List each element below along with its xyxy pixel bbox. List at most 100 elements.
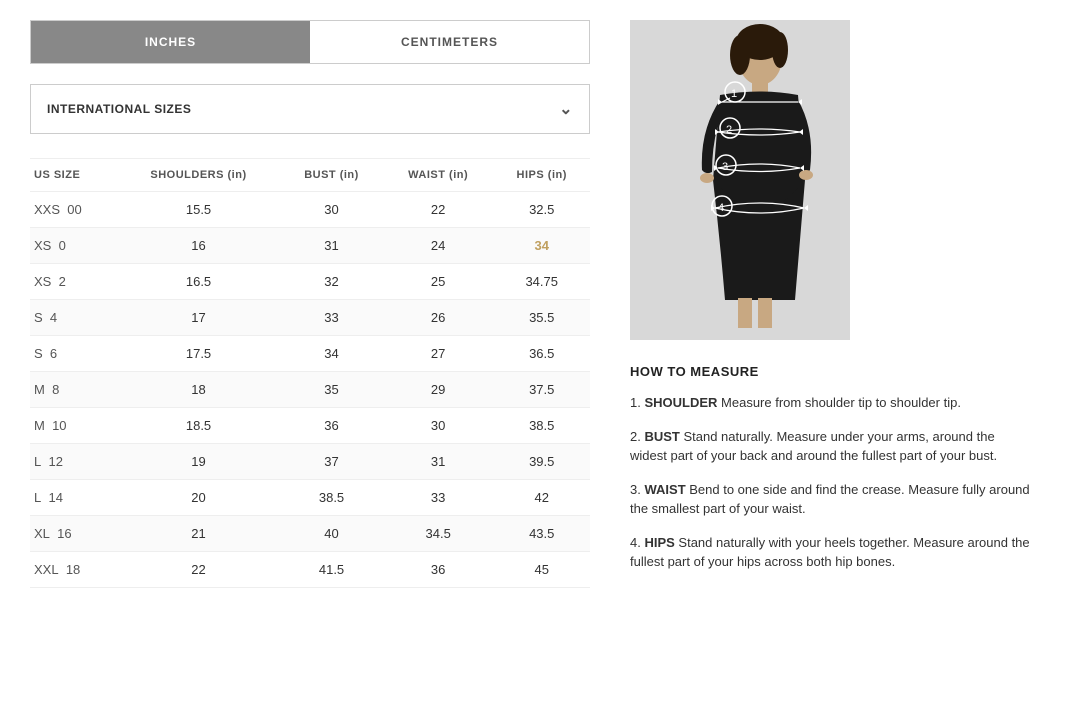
table-row: M 10 18.5 36 30 38.5 bbox=[30, 408, 590, 444]
right-panel: 1 2 3 bbox=[630, 20, 1050, 588]
measure-label: BUST bbox=[644, 429, 679, 444]
cell-bust: 40 bbox=[280, 516, 383, 552]
cell-shoulders: 18 bbox=[117, 372, 280, 408]
table-row: M 8 18 35 29 37.5 bbox=[30, 372, 590, 408]
cell-hips: 43.5 bbox=[493, 516, 590, 552]
cell-hips: 39.5 bbox=[493, 444, 590, 480]
measure-label: HIPS bbox=[644, 535, 674, 550]
cell-waist: 30 bbox=[383, 408, 494, 444]
table-row: S 6 17.5 34 27 36.5 bbox=[30, 336, 590, 372]
cell-bust: 36 bbox=[280, 408, 383, 444]
measure-text: Measure from shoulder tip to shoulder ti… bbox=[717, 395, 961, 410]
cell-bust: 38.5 bbox=[280, 480, 383, 516]
cell-hips: 35.5 bbox=[493, 300, 590, 336]
measure-number: 4. bbox=[630, 535, 641, 550]
measure-number: 3. bbox=[630, 482, 641, 497]
measure-item-1: 1. SHOULDER Measure from shoulder tip to… bbox=[630, 393, 1030, 413]
measure-number: 1. bbox=[630, 395, 641, 410]
tab-switcher: INCHES CENTIMETERS bbox=[30, 20, 590, 64]
how-to-measure: HOW TO MEASURE 1. SHOULDER Measure from … bbox=[630, 364, 1030, 572]
cell-waist: 34.5 bbox=[383, 516, 494, 552]
cell-bust: 35 bbox=[280, 372, 383, 408]
cell-shoulders: 17.5 bbox=[117, 336, 280, 372]
measure-text: Stand naturally with your heels together… bbox=[630, 535, 1030, 570]
cell-size: L 12 bbox=[30, 444, 117, 480]
table-row: S 4 17 33 26 35.5 bbox=[30, 300, 590, 336]
cell-waist: 26 bbox=[383, 300, 494, 336]
size-table: US SIZE SHOULDERS (in) BUST (in) WAIST (… bbox=[30, 158, 590, 588]
cell-waist: 29 bbox=[383, 372, 494, 408]
svg-text:4: 4 bbox=[718, 202, 724, 214]
col-header-shoulders: SHOULDERS (in) bbox=[117, 159, 280, 192]
col-header-hips: HIPS (in) bbox=[493, 159, 590, 192]
cell-size: L 14 bbox=[30, 480, 117, 516]
cell-bust: 33 bbox=[280, 300, 383, 336]
cell-hips: 38.5 bbox=[493, 408, 590, 444]
col-header-us-size: US SIZE bbox=[30, 159, 117, 192]
cell-size: S 6 bbox=[30, 336, 117, 372]
table-row: L 12 19 37 31 39.5 bbox=[30, 444, 590, 480]
cell-hips: 32.5 bbox=[493, 192, 590, 228]
table-row: XS 0 16 31 24 34 bbox=[30, 228, 590, 264]
cell-size: XL 16 bbox=[30, 516, 117, 552]
cell-shoulders: 16.5 bbox=[117, 264, 280, 300]
cell-bust: 34 bbox=[280, 336, 383, 372]
table-row: XS 2 16.5 32 25 34.75 bbox=[30, 264, 590, 300]
tab-centimeters[interactable]: CENTIMETERS bbox=[310, 21, 589, 63]
table-row: XXS 00 15.5 30 22 32.5 bbox=[30, 192, 590, 228]
page-wrapper: INCHES CENTIMETERS INTERNATIONAL SIZES ⌄… bbox=[0, 0, 1080, 608]
cell-hips: 34 bbox=[493, 228, 590, 264]
col-header-bust: BUST (in) bbox=[280, 159, 383, 192]
cell-hips: 34.75 bbox=[493, 264, 590, 300]
cell-size: S 4 bbox=[30, 300, 117, 336]
cell-size: XS 2 bbox=[30, 264, 117, 300]
cell-hips: 37.5 bbox=[493, 372, 590, 408]
cell-shoulders: 20 bbox=[117, 480, 280, 516]
cell-bust: 37 bbox=[280, 444, 383, 480]
table-row: XL 16 21 40 34.5 43.5 bbox=[30, 516, 590, 552]
measure-text: Stand naturally. Measure under your arms… bbox=[630, 429, 997, 464]
measure-label: SHOULDER bbox=[644, 395, 717, 410]
cell-waist: 27 bbox=[383, 336, 494, 372]
model-image: 1 2 3 bbox=[630, 20, 850, 340]
cell-shoulders: 17 bbox=[117, 300, 280, 336]
cell-waist: 22 bbox=[383, 192, 494, 228]
cell-size: XS 0 bbox=[30, 228, 117, 264]
cell-shoulders: 15.5 bbox=[117, 192, 280, 228]
table-row: XXL 18 22 41.5 36 45 bbox=[30, 552, 590, 588]
cell-bust: 32 bbox=[280, 264, 383, 300]
cell-shoulders: 18.5 bbox=[117, 408, 280, 444]
measure-number: 2. bbox=[630, 429, 641, 444]
cell-shoulders: 16 bbox=[117, 228, 280, 264]
cell-waist: 24 bbox=[383, 228, 494, 264]
measure-item-3: 3. WAIST Bend to one side and find the c… bbox=[630, 480, 1030, 519]
cell-size: M 10 bbox=[30, 408, 117, 444]
col-header-waist: WAIST (in) bbox=[383, 159, 494, 192]
cell-waist: 31 bbox=[383, 444, 494, 480]
cell-waist: 33 bbox=[383, 480, 494, 516]
cell-bust: 31 bbox=[280, 228, 383, 264]
cell-shoulders: 21 bbox=[117, 516, 280, 552]
measure-item-2: 2. BUST Stand naturally. Measure under y… bbox=[630, 427, 1030, 466]
cell-shoulders: 19 bbox=[117, 444, 280, 480]
cell-hips: 45 bbox=[493, 552, 590, 588]
table-row: L 14 20 38.5 33 42 bbox=[30, 480, 590, 516]
cell-bust: 41.5 bbox=[280, 552, 383, 588]
cell-shoulders: 22 bbox=[117, 552, 280, 588]
measure-text: Bend to one side and find the crease. Me… bbox=[630, 482, 1030, 517]
cell-waist: 36 bbox=[383, 552, 494, 588]
measure-label: WAIST bbox=[644, 482, 685, 497]
svg-text:1: 1 bbox=[731, 88, 737, 100]
size-dropdown[interactable]: INTERNATIONAL SIZES ⌄ bbox=[30, 84, 590, 134]
cell-hips: 42 bbox=[493, 480, 590, 516]
cell-hips: 36.5 bbox=[493, 336, 590, 372]
cell-size: M 8 bbox=[30, 372, 117, 408]
dropdown-label: INTERNATIONAL SIZES bbox=[47, 102, 191, 116]
cell-bust: 30 bbox=[280, 192, 383, 228]
measure-item-4: 4. HIPS Stand naturally with your heels … bbox=[630, 533, 1030, 572]
chevron-down-icon: ⌄ bbox=[559, 99, 573, 119]
cell-size: XXL 18 bbox=[30, 552, 117, 588]
cell-waist: 25 bbox=[383, 264, 494, 300]
cell-size: XXS 00 bbox=[30, 192, 117, 228]
tab-inches[interactable]: INCHES bbox=[31, 21, 310, 63]
